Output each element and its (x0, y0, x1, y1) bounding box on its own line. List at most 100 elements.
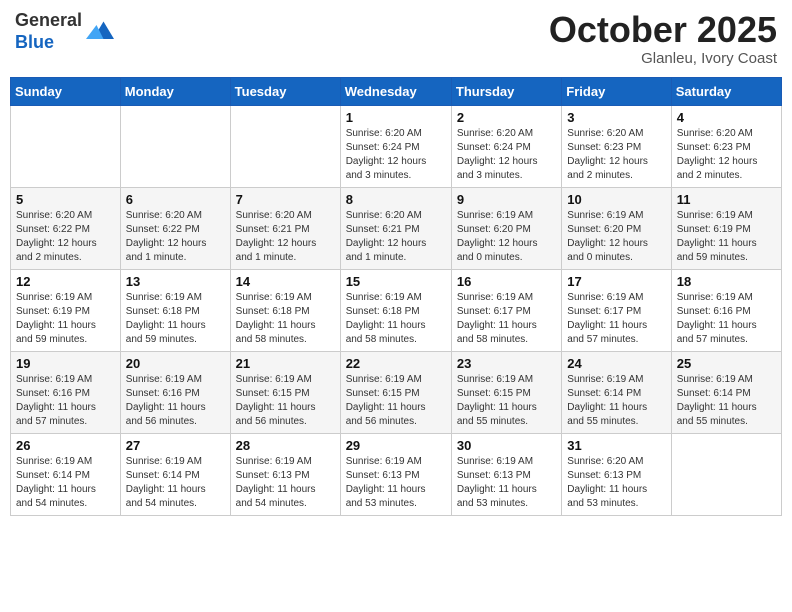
calendar-cell: 21 Sunrise: 6:19 AM Sunset: 6:15 PM Dayli… (230, 351, 340, 433)
location-subtitle: Glanleu, Ivory Coast (549, 50, 777, 67)
calendar-cell: 8Sunrise: 6:20 AM Sunset: 6:21 PM Daylig… (340, 187, 451, 269)
day-number: 5 (16, 192, 115, 207)
day-info: Sunrise: 6:19 AM Sunset: 6:18 PM Dayligh… (346, 291, 446, 347)
day-info: Sunrise: 6:20 AM Sunset: 6:23 PM Dayligh… (677, 127, 776, 183)
day-number: 18 (677, 274, 776, 289)
day-info: Sunrise: 6:20 AM Sunset: 6:13 PM Dayligh… (567, 455, 665, 511)
calendar-cell (230, 105, 340, 187)
logo-general-text: General (15, 10, 82, 30)
day-number: 29 (346, 438, 446, 453)
day-number: 24 (567, 356, 665, 371)
calendar-week-row: 26 Sunrise: 6:19 AM Sunset: 6:14 PM Dayli… (11, 433, 782, 515)
calendar-cell: 3 Sunrise: 6:20 AM Sunset: 6:23 PM Daylig… (562, 105, 671, 187)
calendar-week-row: 1 Sunrise: 6:20 AM Sunset: 6:24 PM Daylig… (11, 105, 782, 187)
day-info: Sunrise: 6:19 AM Sunset: 6:15 PM Dayligh… (236, 373, 335, 429)
calendar-cell: 16 Sunrise: 6:19 AM Sunset: 6:17 PM Dayli… (451, 269, 561, 351)
calendar-cell: 28Sunrise: 6:19 AM Sunset: 6:13 PM Dayli… (230, 433, 340, 515)
day-number: 26 (16, 438, 115, 453)
day-number: 16 (457, 274, 556, 289)
day-info: Sunrise: 6:19 AM Sunset: 6:17 PM Dayligh… (567, 291, 665, 347)
day-number: 25 (677, 356, 776, 371)
day-number: 20 (126, 356, 225, 371)
day-info: Sunrise: 6:19 AM Sunset: 6:18 PM Dayligh… (236, 291, 335, 347)
day-info: Sunrise: 6:20 AM Sunset: 6:24 PM Dayligh… (457, 127, 556, 183)
calendar-cell: 26 Sunrise: 6:19 AM Sunset: 6:14 PM Dayli… (11, 433, 121, 515)
calendar-cell: 24 Sunrise: 6:19 AM Sunset: 6:14 PM Dayli… (562, 351, 671, 433)
column-header-thursday: Thursday (451, 77, 561, 105)
day-info: Sunrise: 6:19 AM Sunset: 6:15 PM Dayligh… (346, 373, 446, 429)
logo: General Blue (15, 10, 114, 53)
day-info: Sunrise: 6:19 AM Sunset: 6:13 PM Dayligh… (346, 455, 446, 511)
day-info: Sunrise: 6:19 AM Sunset: 6:18 PM Dayligh… (126, 291, 225, 347)
calendar-table: SundayMondayTuesdayWednesdayThursdayFrid… (10, 77, 782, 516)
calendar-cell: 7Sunrise: 6:20 AM Sunset: 6:21 PM Daylig… (230, 187, 340, 269)
day-number: 17 (567, 274, 665, 289)
day-number: 12 (16, 274, 115, 289)
day-info: Sunrise: 6:19 AM Sunset: 6:19 PM Dayligh… (16, 291, 115, 347)
calendar-cell: 27Sunrise: 6:19 AM Sunset: 6:14 PM Dayli… (120, 433, 230, 515)
day-info: Sunrise: 6:19 AM Sunset: 6:17 PM Dayligh… (457, 291, 556, 347)
day-number: 15 (346, 274, 446, 289)
day-number: 11 (677, 192, 776, 207)
day-info: Sunrise: 6:19 AM Sunset: 6:16 PM Dayligh… (126, 373, 225, 429)
calendar-cell: 19 Sunrise: 6:19 AM Sunset: 6:16 PM Dayli… (11, 351, 121, 433)
day-info: Sunrise: 6:19 AM Sunset: 6:15 PM Dayligh… (457, 373, 556, 429)
column-header-friday: Friday (562, 77, 671, 105)
day-number: 31 (567, 438, 665, 453)
day-info: Sunrise: 6:19 AM Sunset: 6:14 PM Dayligh… (126, 455, 225, 511)
calendar-cell: 29 Sunrise: 6:19 AM Sunset: 6:13 PM Dayli… (340, 433, 451, 515)
calendar-cell: 25 Sunrise: 6:19 AM Sunset: 6:14 PM Dayli… (671, 351, 781, 433)
column-header-saturday: Saturday (671, 77, 781, 105)
day-number: 13 (126, 274, 225, 289)
calendar-header-row: SundayMondayTuesdayWednesdayThursdayFrid… (11, 77, 782, 105)
day-info: Sunrise: 6:19 AM Sunset: 6:14 PM Dayligh… (16, 455, 115, 511)
day-number: 28 (236, 438, 335, 453)
day-number: 8 (346, 192, 446, 207)
day-info: Sunrise: 6:19 AM Sunset: 6:13 PM Dayligh… (457, 455, 556, 511)
day-number: 22 (346, 356, 446, 371)
calendar-cell: 11Sunrise: 6:19 AM Sunset: 6:19 PM Dayli… (671, 187, 781, 269)
calendar-cell: 20 Sunrise: 6:19 AM Sunset: 6:16 PM Dayli… (120, 351, 230, 433)
calendar-cell: 10Sunrise: 6:19 AM Sunset: 6:20 PM Dayli… (562, 187, 671, 269)
day-number: 30 (457, 438, 556, 453)
day-number: 19 (16, 356, 115, 371)
day-info: Sunrise: 6:20 AM Sunset: 6:24 PM Dayligh… (346, 127, 446, 183)
calendar-cell (671, 433, 781, 515)
day-number: 7 (236, 192, 335, 207)
calendar-cell: 4 Sunrise: 6:20 AM Sunset: 6:23 PM Daylig… (671, 105, 781, 187)
calendar-cell: 31 Sunrise: 6:20 AM Sunset: 6:13 PM Dayli… (562, 433, 671, 515)
calendar-cell: 1 Sunrise: 6:20 AM Sunset: 6:24 PM Daylig… (340, 105, 451, 187)
day-number: 23 (457, 356, 556, 371)
day-info: Sunrise: 6:19 AM Sunset: 6:20 PM Dayligh… (457, 209, 556, 265)
logo-icon (86, 18, 114, 46)
calendar-cell: 13 Sunrise: 6:19 AM Sunset: 6:18 PM Dayli… (120, 269, 230, 351)
day-number: 1 (346, 110, 446, 125)
day-info: Sunrise: 6:19 AM Sunset: 6:16 PM Dayligh… (16, 373, 115, 429)
calendar-cell: 5Sunrise: 6:20 AM Sunset: 6:22 PM Daylig… (11, 187, 121, 269)
calendar-cell: 6Sunrise: 6:20 AM Sunset: 6:22 PM Daylig… (120, 187, 230, 269)
calendar-cell: 18 Sunrise: 6:19 AM Sunset: 6:16 PM Dayli… (671, 269, 781, 351)
calendar-cell: 2 Sunrise: 6:20 AM Sunset: 6:24 PM Daylig… (451, 105, 561, 187)
calendar-cell: 22 Sunrise: 6:19 AM Sunset: 6:15 PM Dayli… (340, 351, 451, 433)
day-info: Sunrise: 6:19 AM Sunset: 6:14 PM Dayligh… (567, 373, 665, 429)
calendar-cell: 9Sunrise: 6:19 AM Sunset: 6:20 PM Daylig… (451, 187, 561, 269)
month-title: October 2025 (549, 10, 777, 50)
logo-blue-text: Blue (15, 32, 54, 52)
calendar-cell (120, 105, 230, 187)
day-number: 4 (677, 110, 776, 125)
day-info: Sunrise: 6:20 AM Sunset: 6:22 PM Dayligh… (126, 209, 225, 265)
day-info: Sunrise: 6:20 AM Sunset: 6:23 PM Dayligh… (567, 127, 665, 183)
calendar-cell: 17 Sunrise: 6:19 AM Sunset: 6:17 PM Dayli… (562, 269, 671, 351)
day-number: 21 (236, 356, 335, 371)
calendar-cell: 14Sunrise: 6:19 AM Sunset: 6:18 PM Dayli… (230, 269, 340, 351)
day-info: Sunrise: 6:19 AM Sunset: 6:16 PM Dayligh… (677, 291, 776, 347)
day-info: Sunrise: 6:19 AM Sunset: 6:14 PM Dayligh… (677, 373, 776, 429)
day-number: 2 (457, 110, 556, 125)
calendar-cell: 12 Sunrise: 6:19 AM Sunset: 6:19 PM Dayli… (11, 269, 121, 351)
day-number: 10 (567, 192, 665, 207)
column-header-sunday: Sunday (11, 77, 121, 105)
column-header-monday: Monday (120, 77, 230, 105)
calendar-week-row: 5 Sunrise: 6:20 AM Sunset: 6:22 PM Daylig… (11, 187, 782, 269)
day-number: 3 (567, 110, 665, 125)
calendar-cell: 15 Sunrise: 6:19 AM Sunset: 6:18 PM Dayli… (340, 269, 451, 351)
